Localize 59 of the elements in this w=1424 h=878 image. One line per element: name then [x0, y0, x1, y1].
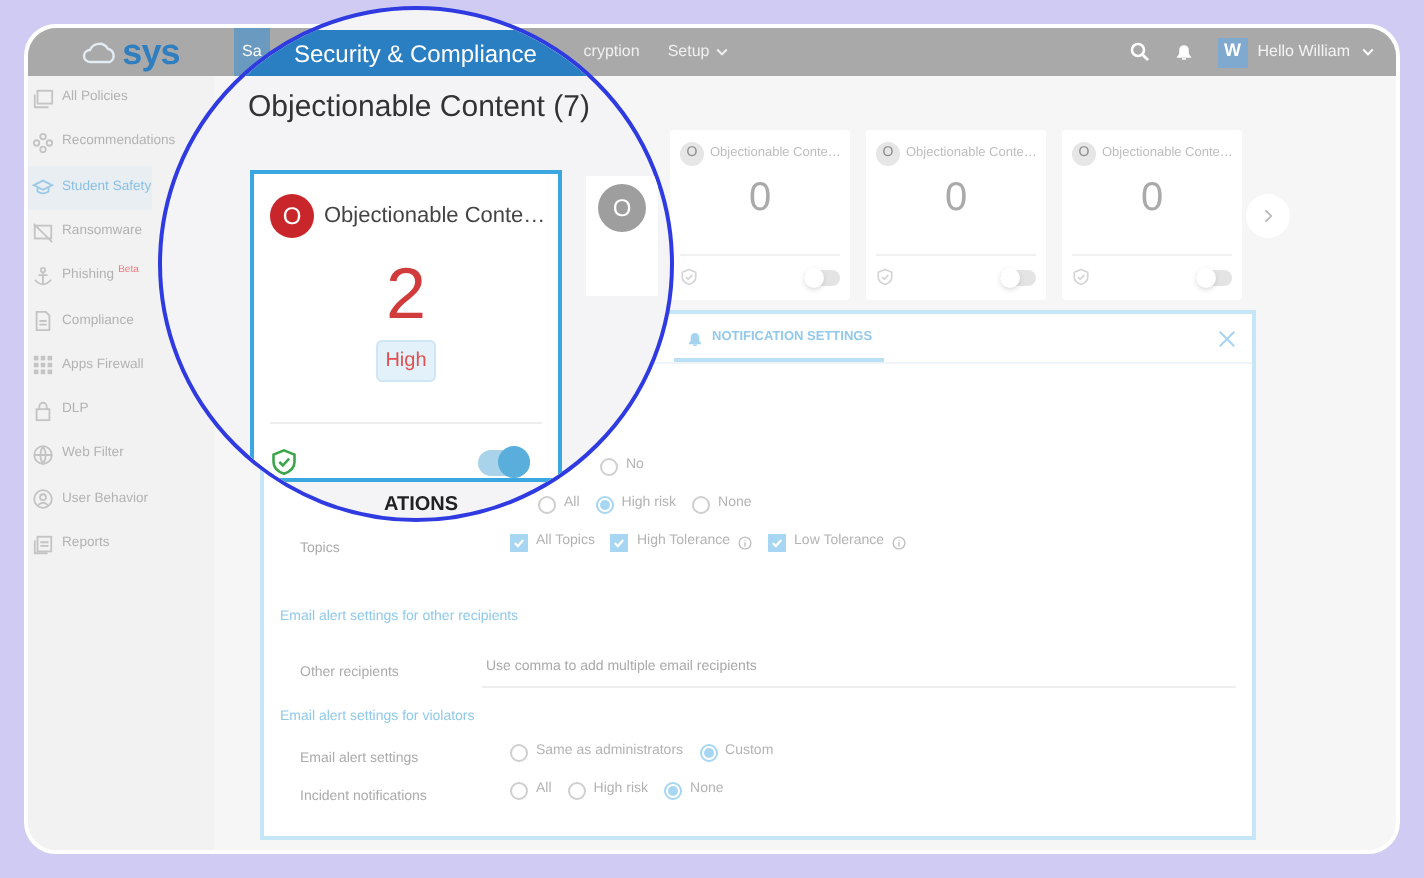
policy-card[interactable]: O Objectionable Conte… 2 High	[250, 170, 562, 482]
shield-check-icon	[680, 268, 698, 286]
card-title: Objectionable Conte…	[324, 201, 546, 232]
checkbox[interactable]	[610, 534, 629, 552]
next-button[interactable]	[1246, 193, 1290, 237]
grid-icon	[32, 354, 54, 377]
incident-count: 0	[942, 178, 970, 218]
toggle-switch[interactable]	[1196, 269, 1232, 285]
bell-icon[interactable]	[1173, 42, 1194, 62]
user-circle-icon	[32, 488, 54, 511]
radio-button[interactable]	[595, 496, 614, 514]
toggle-switch[interactable]	[804, 269, 840, 285]
close-icon	[1218, 329, 1236, 347]
initial-avatar: O	[598, 184, 646, 232]
close-button[interactable]	[1218, 329, 1236, 347]
radio-button[interactable]	[567, 782, 586, 800]
checkbox[interactable]	[768, 534, 787, 552]
toggle-switch[interactable]	[1000, 269, 1036, 285]
document-icon	[32, 310, 54, 333]
incident-count: 0	[746, 178, 774, 218]
user-menu[interactable]: W Hello William	[1217, 37, 1376, 67]
layers-icon	[32, 87, 54, 110]
shield-check-icon	[876, 268, 894, 286]
nodes-icon	[32, 131, 54, 154]
radio-button[interactable]	[664, 782, 683, 800]
incident-count: 0	[1138, 178, 1166, 218]
crossed-screen-icon	[32, 221, 54, 244]
menu-item[interactable]: Setup	[667, 40, 730, 64]
graduation-cap-icon	[32, 176, 54, 199]
check-icon	[612, 536, 627, 550]
avatar: W	[1217, 37, 1248, 67]
menu-item[interactable]: cryption	[583, 40, 640, 64]
logo-text: sys	[122, 34, 180, 70]
search-icon[interactable]	[1129, 42, 1150, 62]
radio-button[interactable]	[510, 744, 528, 762]
lock-icon	[32, 399, 54, 422]
active-menu-tab[interactable]: Security & Compliance	[294, 35, 537, 71]
report-icon	[32, 533, 54, 556]
page-heading: Objectionable Content (7)	[248, 88, 590, 128]
incident-count: 2	[383, 258, 429, 330]
check-icon	[770, 536, 785, 550]
bell-icon	[686, 329, 704, 347]
cloud-icon	[82, 40, 119, 64]
policy-card[interactable]: O	[586, 176, 658, 296]
globe-icon	[32, 444, 54, 467]
anchor-icon	[32, 265, 54, 288]
severity-label: High	[375, 340, 437, 382]
toggle-switch[interactable]	[478, 449, 530, 475]
chevron-right-icon	[1260, 207, 1276, 223]
initial-avatar: O	[270, 194, 314, 238]
shield-check-icon	[1072, 268, 1090, 286]
check-icon	[512, 536, 526, 550]
checkbox[interactable]	[510, 534, 528, 552]
radio-button[interactable]	[699, 744, 718, 762]
radio-button[interactable]	[510, 782, 528, 800]
section-title: ATIONS	[384, 494, 459, 518]
chevron-down-icon	[1360, 44, 1376, 60]
shield-check-icon	[270, 448, 298, 476]
radio-button[interactable]	[692, 496, 711, 514]
